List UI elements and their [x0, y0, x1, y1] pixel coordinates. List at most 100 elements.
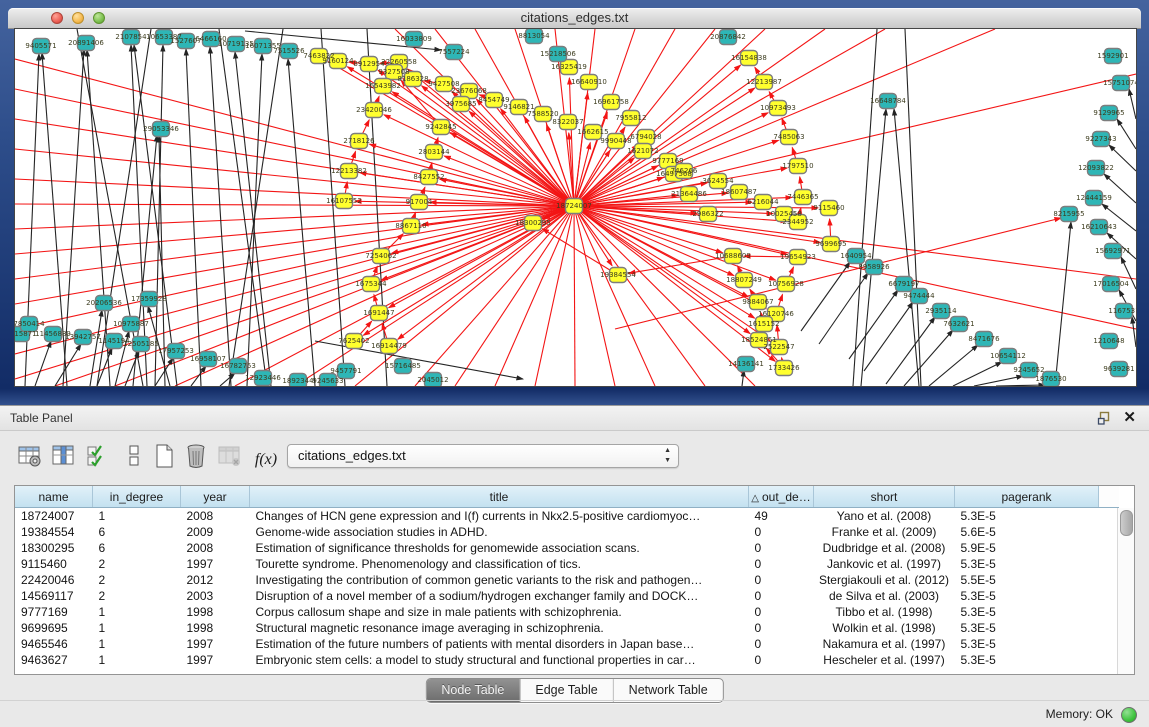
table-cell[interactable]: Disruption of a novel member of a sodium… — [250, 588, 749, 604]
column-header-in_degree[interactable]: in_degree — [93, 486, 181, 508]
table-settings-button[interactable] — [14, 441, 46, 473]
graph-edge[interactable] — [1132, 317, 1136, 347]
table-cell[interactable]: 5.9E-5 — [955, 540, 1099, 556]
table-cell[interactable]: Investigating the contribution of common… — [250, 572, 749, 588]
table-cell[interactable]: 1 — [93, 604, 181, 620]
table-scrollbar[interactable] — [1117, 508, 1134, 674]
table-cell[interactable]: 5.6E-5 — [955, 524, 1099, 540]
graph-edge[interactable] — [574, 206, 755, 386]
column-header-out_degree[interactable]: △out_de… — [749, 486, 814, 508]
column-header-name[interactable]: name — [15, 486, 93, 508]
graph-edge[interactable] — [929, 345, 978, 386]
table-cell[interactable]: 6 — [93, 524, 181, 540]
table-cell[interactable]: 0 — [749, 556, 814, 572]
table-cell[interactable]: Structural magnetic resonance image aver… — [250, 620, 749, 636]
graph-edge[interactable] — [90, 310, 102, 386]
graph-edge[interactable] — [853, 29, 877, 386]
table-cell[interactable]: Stergiakouli et al. (2012) — [814, 572, 955, 588]
table-row[interactable]: 1830029562008Estimation of significance … — [15, 540, 1119, 556]
graph-edge[interactable] — [220, 373, 235, 386]
graph-edge[interactable] — [574, 206, 705, 386]
column-header-year[interactable]: year — [181, 486, 250, 508]
graph-edge[interactable] — [295, 206, 574, 386]
function-builder-button[interactable]: f(x) — [250, 444, 282, 476]
close-traffic-light[interactable] — [51, 12, 63, 24]
table-cell[interactable]: 2 — [93, 588, 181, 604]
table-cell[interactable]: 1998 — [181, 604, 250, 620]
graph-edge[interactable] — [742, 370, 744, 386]
graph-edge[interactable] — [849, 290, 898, 359]
table-cell[interactable]: 0 — [749, 636, 814, 652]
table-cell[interactable]: 0 — [749, 604, 814, 620]
scrollbar-thumb[interactable] — [1120, 510, 1133, 536]
table-cell[interactable]: Tibbo et al. (1998) — [814, 604, 955, 620]
table-cell[interactable]: Genome-wide association studies in ADHD. — [250, 524, 749, 540]
table-cell[interactable]: 5.5E-5 — [955, 572, 1099, 588]
table-cell[interactable]: 19384554 — [15, 524, 93, 540]
table-cell[interactable]: Franke et al. (2009) — [814, 524, 955, 540]
table-cell[interactable]: 2009 — [181, 524, 250, 540]
graph-edge[interactable] — [191, 366, 206, 386]
table-cell[interactable]: Jankovic et al. (1997) — [814, 556, 955, 572]
table-cell[interactable]: Yano et al. (2008) — [814, 508, 955, 525]
table-cell[interactable]: 9699695 — [15, 620, 93, 636]
show-columns-button[interactable] — [48, 441, 80, 473]
table-cell[interactable]: 0 — [749, 524, 814, 540]
graph-edge[interactable] — [574, 206, 612, 266]
table-cell[interactable]: 2008 — [181, 540, 250, 556]
graph-edge[interactable] — [574, 29, 825, 206]
graph-edge[interactable] — [1117, 119, 1136, 149]
table-cell[interactable]: 22420046 — [15, 572, 93, 588]
table-cell[interactable]: 2012 — [181, 572, 250, 588]
table-cell[interactable]: 2003 — [181, 588, 250, 604]
table-cell[interactable]: 0 — [749, 572, 814, 588]
column-header-short[interactable]: short — [814, 486, 955, 508]
column-header-pagerank[interactable]: pagerank — [955, 486, 1099, 508]
table-cell[interactable]: 1997 — [181, 652, 250, 668]
table-row[interactable]: 2242004622012Investigating the contribut… — [15, 572, 1119, 588]
table-cell[interactable]: Hescheler et al. (1997) — [814, 652, 955, 668]
table-row[interactable]: 977716911998Corpus callosum shape and si… — [15, 604, 1119, 620]
table-select-dropdown[interactable]: citations_edges.txt ▲▼ — [287, 444, 679, 468]
float-window-icon[interactable] — [1097, 411, 1111, 425]
delete-table-disabled-button[interactable] — [214, 441, 246, 473]
table-cell[interactable]: 5.3E-5 — [955, 588, 1099, 604]
table-cell[interactable]: 2 — [93, 572, 181, 588]
network-window-titlebar[interactable]: citations_edges.txt — [8, 8, 1141, 29]
table-cell[interactable]: 5.3E-5 — [955, 556, 1099, 572]
table-row[interactable]: 911546021997Tourette syndrome. Phenomeno… — [15, 556, 1119, 572]
table-cell[interactable]: 18724007 — [15, 508, 93, 525]
graph-edge[interactable] — [125, 351, 139, 386]
table-cell[interactable]: 18300295 — [15, 540, 93, 556]
graph-edge[interactable] — [996, 385, 1045, 386]
table-cell[interactable]: 1997 — [181, 556, 250, 572]
table-cell[interactable]: 1 — [93, 508, 181, 525]
tab-node-table[interactable]: Node Table — [426, 679, 520, 702]
select-rows-button[interactable] — [82, 441, 114, 473]
graph-edge[interactable] — [1129, 89, 1136, 119]
table-row[interactable]: 969969511998Structural magnetic resonanc… — [15, 620, 1119, 636]
graph-edge[interactable] — [219, 29, 267, 386]
table-cell[interactable]: Corpus callosum shape and size in male p… — [250, 604, 749, 620]
zoom-traffic-light[interactable] — [93, 12, 105, 24]
table-cell[interactable]: 0 — [749, 588, 814, 604]
graph-edge[interactable] — [819, 273, 868, 344]
table-row[interactable]: 1938455462009Genome-wide association stu… — [15, 524, 1119, 540]
table-cell[interactable]: 5.3E-5 — [955, 508, 1099, 525]
clear-selection-button[interactable] — [118, 441, 150, 473]
table-cell[interactable]: 5.3E-5 — [955, 604, 1099, 620]
table-cell[interactable]: Estimation of the future numbers of pati… — [250, 636, 749, 652]
table-row[interactable]: 946554611997Estimation of the future num… — [15, 636, 1119, 652]
table-cell[interactable]: 1997 — [181, 636, 250, 652]
table-cell[interactable]: 14569117 — [15, 588, 93, 604]
network-canvas[interactable]: 1872400791601248912954222605589327508165… — [14, 28, 1137, 387]
table-cell[interactable]: 0 — [749, 620, 814, 636]
table-cell[interactable]: 2 — [93, 556, 181, 572]
table-cell[interactable]: 9465546 — [15, 636, 93, 652]
table-cell[interactable]: 2008 — [181, 508, 250, 525]
table-cell[interactable]: Embryonic stem cells: a model to study s… — [250, 652, 749, 668]
table-cell[interactable]: de Silva et al. (2003) — [814, 588, 955, 604]
graph-edge[interactable] — [974, 376, 1023, 386]
table-cell[interactable]: 49 — [749, 508, 814, 525]
graph-edge[interactable] — [574, 206, 575, 386]
